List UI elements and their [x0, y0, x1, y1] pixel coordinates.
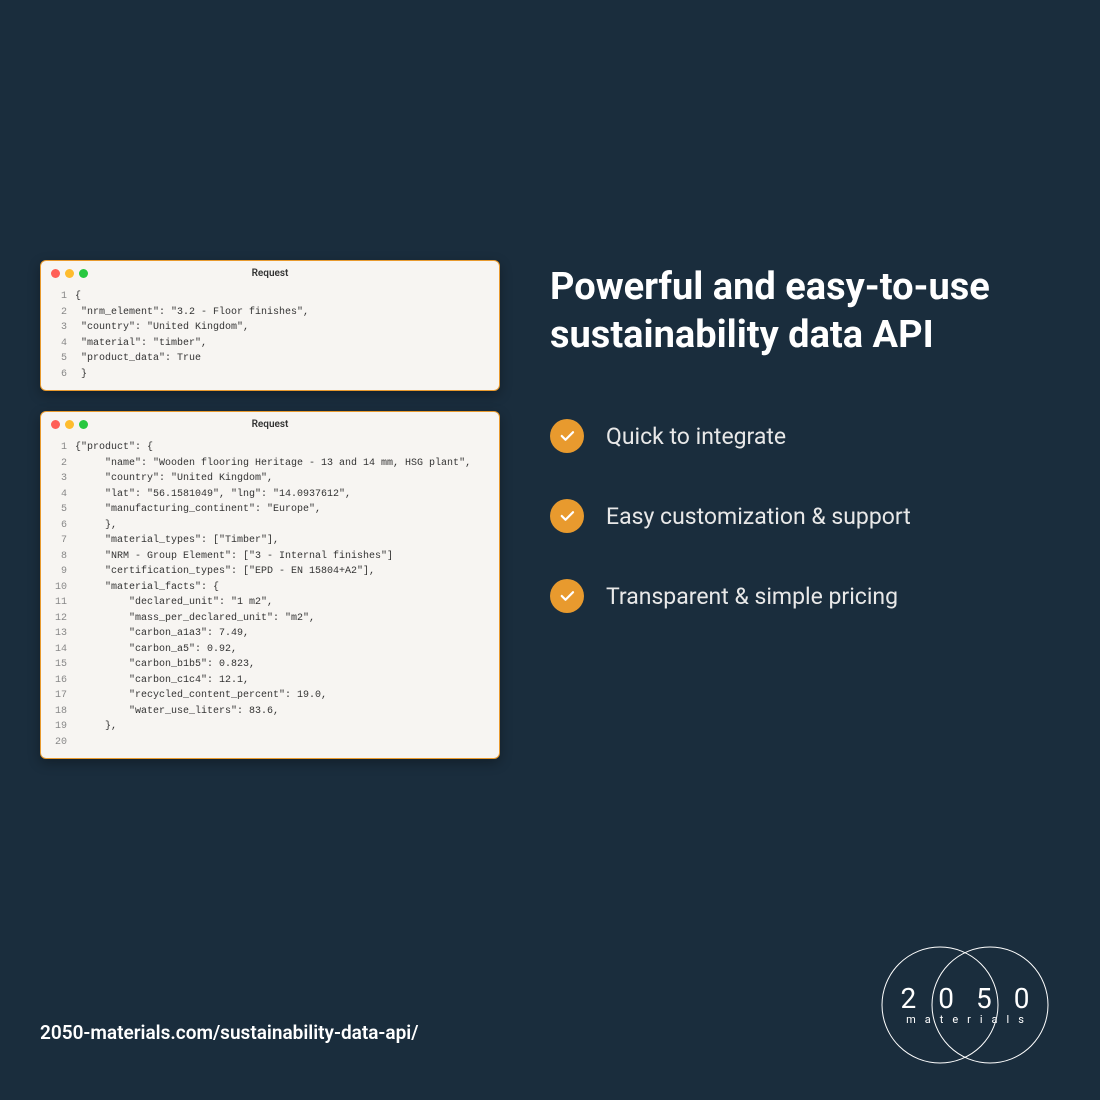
- page-title: Powerful and easy-to-use sustainability …: [550, 264, 1050, 359]
- code-line: 5 "product_data": True: [49, 351, 491, 367]
- code-line: 4 "lat": "56.1581049", "lng": "14.093761…: [49, 487, 491, 503]
- window-title: Request: [41, 419, 499, 430]
- code-block-2: 1{"product": {2 "name": "Wooden flooring…: [41, 436, 499, 758]
- code-line: 1{"product": {: [49, 440, 491, 456]
- request-window-1: Request 1{2 "nrm_element": "3.2 - Floor …: [40, 260, 500, 391]
- titlebar: Request: [41, 412, 499, 436]
- code-line: 7 "material_types": ["Timber"],: [49, 533, 491, 549]
- code-line: 12 "mass_per_declared_unit": "m2",: [49, 611, 491, 627]
- code-line: 11 "declared_unit": "1 m2",: [49, 595, 491, 611]
- code-line: 20: [49, 735, 491, 751]
- logo-digits: 2050: [870, 982, 1060, 1015]
- request-window-2: Request 1{"product": {2 "name": "Wooden …: [40, 411, 500, 759]
- maximize-icon: [79, 269, 88, 278]
- code-line: 19 },: [49, 719, 491, 735]
- code-line: 15 "carbon_b1b5": 0.823,: [49, 657, 491, 673]
- code-line: 4 "material": "timber",: [49, 336, 491, 352]
- feature-list: Quick to integrate Easy customization & s…: [550, 419, 1050, 613]
- close-icon: [51, 420, 60, 429]
- feature-text: Quick to integrate: [606, 423, 786, 450]
- minimize-icon: [65, 269, 74, 278]
- code-line: 14 "carbon_a5": 0.92,: [49, 642, 491, 658]
- code-line: 2 "name": "Wooden flooring Heritage - 13…: [49, 456, 491, 472]
- marketing-copy: Powerful and easy-to-use sustainability …: [550, 260, 1050, 759]
- brand-logo: 2050 materials: [870, 940, 1060, 1070]
- code-line: 3 "country": "United Kingdom",: [49, 471, 491, 487]
- code-line: 9 "certification_types": ["EPD - EN 1580…: [49, 564, 491, 580]
- footer-url: 2050-materials.com/sustainability-data-a…: [40, 1021, 418, 1044]
- feature-item: Transparent & simple pricing: [550, 579, 1050, 613]
- code-line: 18 "water_use_liters": 83.6,: [49, 704, 491, 720]
- feature-item: Easy customization & support: [550, 499, 1050, 533]
- code-line: 6 },: [49, 518, 491, 534]
- check-icon: [550, 419, 584, 453]
- code-line: 17 "recycled_content_percent": 19.0,: [49, 688, 491, 704]
- code-line: 10 "material_facts": {: [49, 580, 491, 596]
- feature-text: Easy customization & support: [606, 503, 911, 530]
- code-line: 5 "manufacturing_continent": "Europe",: [49, 502, 491, 518]
- window-title: Request: [41, 268, 499, 279]
- code-line: 8 "NRM - Group Element": ["3 - Internal …: [49, 549, 491, 565]
- code-line: 1{: [49, 289, 491, 305]
- code-line: 13 "carbon_a1a3": 7.49,: [49, 626, 491, 642]
- code-line: 2 "nrm_element": "3.2 - Floor finishes",: [49, 305, 491, 321]
- close-icon: [51, 269, 60, 278]
- code-line: 3 "country": "United Kingdom",: [49, 320, 491, 336]
- code-block-1: 1{2 "nrm_element": "3.2 - Floor finishes…: [41, 285, 499, 390]
- check-icon: [550, 579, 584, 613]
- maximize-icon: [79, 420, 88, 429]
- feature-text: Transparent & simple pricing: [606, 583, 898, 610]
- titlebar: Request: [41, 261, 499, 285]
- logo-subtext: materials: [870, 1013, 1060, 1026]
- minimize-icon: [65, 420, 74, 429]
- code-line: 6 }: [49, 367, 491, 383]
- feature-item: Quick to integrate: [550, 419, 1050, 453]
- check-icon: [550, 499, 584, 533]
- code-line: 16 "carbon_c1c4": 12.1,: [49, 673, 491, 689]
- code-windows: Request 1{2 "nrm_element": "3.2 - Floor …: [40, 260, 500, 759]
